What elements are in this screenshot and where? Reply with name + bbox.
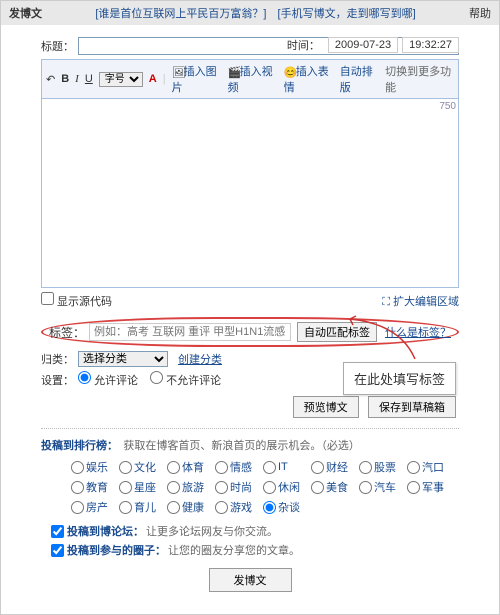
date-value: 2009-07-23 — [328, 37, 398, 53]
rank-cat-option[interactable]: 军事 — [407, 479, 455, 495]
insert-emoji-button[interactable]: 😊插入表情 — [284, 63, 334, 95]
show-source-checkbox[interactable]: 显示源代码 — [41, 292, 112, 309]
promo-link-2[interactable]: [手机写博文，走到哪写到哪] — [278, 8, 416, 20]
time-label: 时间： — [287, 37, 320, 53]
window-header: 发博文 [谁是首位互联网上平民百万富翁？] [手机写博文，走到哪写到哪] 帮助 — [1, 1, 499, 25]
rank-cat-option[interactable]: 体育 — [167, 459, 215, 475]
time-value: 19:32:27 — [402, 37, 459, 53]
preview-button[interactable]: 预览博文 — [293, 396, 359, 418]
rank-cat-option[interactable]: 星座 — [119, 479, 167, 495]
circle-desc: 让您的圈友分享您的文章。 — [168, 542, 300, 558]
rank-cat-option[interactable]: 休闲 — [263, 479, 311, 495]
disallow-comments-radio[interactable]: 不允许评论 — [150, 371, 221, 388]
expand-icon: ⛶ — [382, 296, 390, 308]
title-label: 标题： — [41, 38, 74, 54]
save-draft-button[interactable]: 保存到草稿箱 — [368, 396, 456, 418]
category-label: 归类： — [41, 351, 74, 367]
forum-checkbox[interactable] — [51, 525, 64, 538]
rank-cat-option[interactable]: 财经 — [311, 459, 359, 475]
bold-button[interactable]: B — [61, 73, 69, 85]
forum-title: 投稿到博论坛： — [67, 523, 144, 539]
tag-label: 标签： — [49, 324, 85, 341]
circle-checkbox[interactable] — [51, 544, 64, 557]
rank-desc: 获取在博客首页、新浪首页的展示机会。（必选） — [123, 440, 360, 452]
more-functions-link[interactable]: 切换到更多功能 — [385, 63, 454, 95]
create-category-link[interactable]: 创建分类 — [178, 351, 222, 367]
expand-editor-link[interactable]: ⛶ 扩大编辑区域 — [382, 293, 459, 309]
emoji-icon: 😊 — [284, 66, 296, 78]
rank-cat-option[interactable]: 文化 — [119, 459, 167, 475]
callout-box: 在此处填写标签 — [343, 362, 456, 395]
help-link[interactable]: 帮助 — [469, 5, 491, 21]
tag-help-link[interactable]: 什么是标签？ — [385, 324, 451, 340]
separator: | — [163, 73, 166, 85]
rank-cat-option[interactable]: 娱乐 — [71, 459, 119, 475]
rank-cat-option[interactable]: 房产 — [71, 499, 119, 515]
circle-title: 投稿到参与的圈子： — [67, 542, 166, 558]
italic-button[interactable]: I — [75, 73, 79, 85]
header-promo-links: [谁是首位互联网上平民百万富翁？] [手机写博文，走到哪写到哪] — [42, 5, 469, 21]
rank-cat-option[interactable]: 时尚 — [215, 479, 263, 495]
forum-desc: 让更多论坛网友与你交流。 — [146, 523, 278, 539]
rank-cat-option[interactable]: 旅游 — [167, 479, 215, 495]
insert-video-button[interactable]: 🎬插入视频 — [228, 63, 278, 95]
undo-icon[interactable]: ↶ — [46, 73, 55, 86]
editor-toolbar: ↶ B I U 字号 A | 🖼插入图片 🎬插入视频 😊插入表情 自动排版 切换… — [41, 59, 459, 98]
tag-input[interactable] — [89, 323, 291, 341]
rank-cat-option[interactable]: 汽车 — [359, 479, 407, 495]
category-select[interactable]: 选择分类 — [78, 351, 168, 367]
rank-cat-option[interactable]: IT — [263, 459, 311, 475]
image-icon: 🖼 — [172, 66, 184, 78]
promo-link-1[interactable]: [谁是首位互联网上平民百万富翁？] — [95, 8, 266, 20]
char-count: 750 — [439, 101, 456, 112]
text-color-button[interactable]: A — [149, 73, 157, 85]
rank-cat-option[interactable]: 美食 — [311, 479, 359, 495]
rank-cat-option[interactable]: 杂谈 — [263, 499, 311, 515]
rank-cat-option[interactable]: 健康 — [167, 499, 215, 515]
rank-cat-option[interactable]: 育儿 — [119, 499, 167, 515]
editor-textarea[interactable]: 750 — [41, 98, 459, 288]
underline-button[interactable]: U — [85, 73, 93, 85]
insert-image-button[interactable]: 🖼插入图片 — [172, 63, 222, 95]
rank-title: 投稿到排行榜： — [41, 440, 118, 452]
app-title: 发博文 — [9, 5, 42, 21]
rank-cat-option[interactable]: 教育 — [71, 479, 119, 495]
divider — [41, 428, 459, 429]
font-size-select[interactable]: 字号 — [99, 72, 143, 87]
settings-label: 设置： — [41, 372, 74, 388]
rank-cat-option[interactable]: 股票 — [359, 459, 407, 475]
rank-cat-option[interactable]: 汽口 — [407, 459, 455, 475]
rank-category-grid: 娱乐文化体育情感IT财经股票汽口教育星座旅游时尚休闲美食汽车军事房产育儿健康游戏… — [71, 459, 459, 519]
rank-cat-option[interactable]: 情感 — [215, 459, 263, 475]
allow-comments-radio[interactable]: 允许评论 — [78, 371, 138, 388]
submit-button[interactable]: 发博文 — [209, 568, 292, 592]
auto-layout-button[interactable]: 自动排版 — [340, 63, 379, 95]
auto-tag-button[interactable]: 自动匹配标签 — [297, 322, 377, 342]
video-icon: 🎬 — [228, 66, 240, 78]
tag-row-highlight: 标签： 自动匹配标签 什么是标签？ — [41, 317, 459, 347]
rank-cat-option[interactable]: 游戏 — [215, 499, 263, 515]
